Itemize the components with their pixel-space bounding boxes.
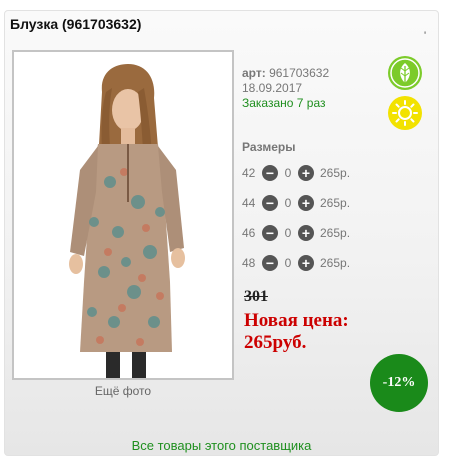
increase-quantity-button[interactable]: + [298,225,314,241]
decrease-quantity-button[interactable]: − [262,195,278,211]
size-label: 42 [242,166,256,180]
article-line: арт: 961703632 [242,66,329,81]
product-date: 18.09.2017 [242,81,303,95]
article-number: 961703632 [269,66,330,80]
increase-quantity-button[interactable]: + [298,165,314,181]
discount-badge: -12% [370,354,428,412]
quantity-value: 0 [284,226,292,240]
size-label: 44 [242,196,256,210]
size-row: 46 − 0 + 265р. [242,224,350,242]
product-title: Блузка (961703632) [10,16,142,32]
quantity-value: 0 [284,166,292,180]
new-price-label: Новая цена: [244,310,349,331]
product-photo[interactable] [12,50,234,380]
old-price: 301 [244,288,268,305]
size-label: 48 [242,256,256,270]
quantity-value: 0 [284,196,292,210]
decrease-quantity-button[interactable]: − [262,225,278,241]
size-price: 265р. [320,196,351,210]
model-photo-image [14,52,232,378]
leaf-badge-icon [388,56,422,90]
ordered-count: Заказано 7 раз [242,96,326,110]
size-price: 265р. [320,256,351,270]
decrease-quantity-button[interactable]: − [262,165,278,181]
sizes-heading: Размеры [242,140,296,154]
decrease-quantity-button[interactable]: − [262,255,278,271]
title-mark: ' [424,30,427,42]
new-price-block: Новая цена: 265руб. [244,310,349,354]
increase-quantity-button[interactable]: + [298,255,314,271]
article-label: арт: [242,66,266,80]
supplier-products-link[interactable]: Все товары этого поставщика [4,438,439,453]
quantity-value: 0 [284,256,292,270]
sun-badge-icon [388,96,422,130]
more-photos-link[interactable]: Ещё фото [12,384,234,398]
size-price: 265р. [320,226,351,240]
size-row: 44 − 0 + 265р. [242,194,350,212]
size-row: 48 − 0 + 265р. [242,254,350,272]
size-row: 42 − 0 + 265р. [242,164,350,182]
product-meta: арт: 961703632 18.09.2017 Заказано 7 раз [242,66,329,111]
size-label: 46 [242,226,256,240]
new-price-value: 265руб. [244,332,307,353]
increase-quantity-button[interactable]: + [298,195,314,211]
size-price: 265р. [320,166,351,180]
